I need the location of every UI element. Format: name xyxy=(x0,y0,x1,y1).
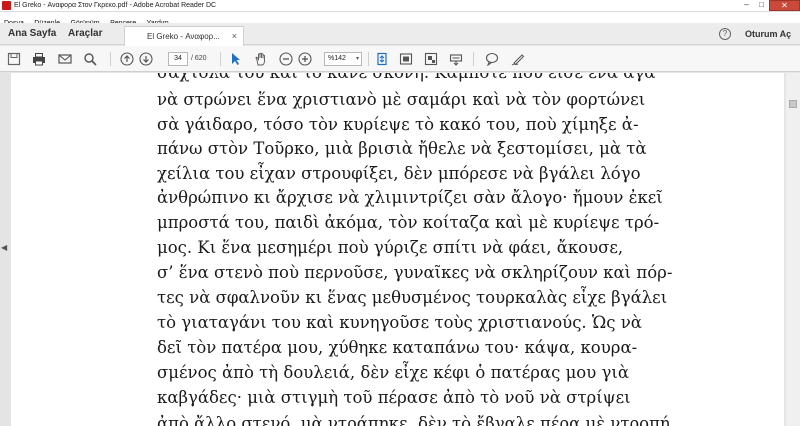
toolbar-separator xyxy=(368,52,369,66)
save-icon[interactable] xyxy=(6,51,22,67)
text-line: σμένος ἀπὸ τὴ δουλειά, δὲν εἶχε κέφι ὁ π… xyxy=(157,363,629,382)
sign-in-link[interactable]: Oturum Aç xyxy=(745,23,791,45)
text-line: σὰ γάιδαρο, τόσο τὸν κυρίεψε τὸ κακό του… xyxy=(157,115,639,134)
minimize-button[interactable]: – xyxy=(739,0,754,11)
text-line: ἀπὸ ἄλλο στενό, μὰ ντράπηκε, δὲν τὸ ἔβγα… xyxy=(157,414,670,426)
hand-icon[interactable] xyxy=(253,51,269,67)
toolbar-separator xyxy=(220,52,221,66)
text-line: χείλια του εἶχαν στρουφίξει, δὲν μπόρεσε… xyxy=(157,164,641,183)
search-icon[interactable] xyxy=(82,51,98,67)
chevron-down-icon: ▾ xyxy=(355,56,359,62)
text-line: νὰ στρώνει ἕνα χριστιανὸ μὲ σαμάρι καὶ ν… xyxy=(157,90,646,109)
menu-bar: Dosya Düzenle Görünüm Pencere Yardım xyxy=(0,12,800,27)
zoom-select[interactable]: %142 ▾ xyxy=(324,52,362,66)
page-number-input[interactable]: 34 xyxy=(168,52,188,66)
tab-document[interactable]: El Greko - Αναφορ... × xyxy=(124,26,244,46)
chevron-left-icon[interactable]: ◀ xyxy=(1,243,7,252)
tab-bar: Ana Sayfa Araçlar El Greko - Αναφορ... ×… xyxy=(0,23,800,46)
select-arrow-icon[interactable] xyxy=(228,51,244,67)
email-icon[interactable] xyxy=(57,51,73,67)
window-title: El Greko - Αναφορα Στον Γκρεκο.pdf - Ado… xyxy=(14,2,217,9)
title-bar: El Greko - Αναφορα Στον Γκρεκο.pdf - Ado… xyxy=(0,0,800,12)
text-line: δεῖ τὸν πατέρα μου, χύθηκε καταπάνω του·… xyxy=(157,338,638,357)
zoom-value: %142 xyxy=(328,55,346,62)
document-viewer[interactable]: ◀ σαχτόλα του καὶ τὸ κανε σκόνη. Καμποτε… xyxy=(0,73,800,426)
toolbar: 34 / 620 %142 ▾ xyxy=(0,46,800,72)
text-line: καβγάδες· μιὰ στιγμὴ τοῦ πέρασε ἀπὸ τὸ ν… xyxy=(157,388,631,407)
rotate-icon[interactable] xyxy=(423,51,439,67)
sign-pen-icon[interactable] xyxy=(510,51,526,67)
close-tab-icon[interactable]: × xyxy=(232,27,237,46)
text-line: σ’ ἕνα στενὸ ποὺ περνοῦσε, γυναῖκες νὰ σ… xyxy=(157,263,673,282)
full-screen-icon[interactable] xyxy=(398,51,414,67)
comment-icon[interactable] xyxy=(484,51,500,67)
help-icon[interactable]: ? xyxy=(719,28,731,40)
toolbar-separator xyxy=(110,52,111,66)
acrobat-app-icon xyxy=(2,1,11,10)
pdf-page: σαχτόλα του καὶ τὸ κανε σκόνη. Καμποτε π… xyxy=(11,73,784,426)
text-line: τες νὰ σφαλνοῦν κι ἕνας μεθυσμένος τουρκ… xyxy=(157,288,668,307)
text-line: σαχτόλα του καὶ τὸ κανε σκόνη. Καμποτε π… xyxy=(157,73,655,82)
toolbar-separator xyxy=(473,52,474,66)
print-icon[interactable] xyxy=(31,51,47,67)
text-line: μπροστά του, παιδὶ ἀκόμα, τὸν κοίταζα κα… xyxy=(157,213,660,232)
zoom-out-icon[interactable] xyxy=(278,51,294,67)
close-window-button[interactable]: ✕ xyxy=(769,0,800,11)
previous-page-icon[interactable] xyxy=(119,51,135,67)
fit-page-icon[interactable] xyxy=(374,51,390,67)
zoom-in-icon[interactable] xyxy=(297,51,313,67)
text-line: πάνω στὸν Τοῦρκο, μιὰ βρισιὰ ἤθελε νὰ ξε… xyxy=(157,139,647,158)
text-line: μος. Κι ἕνα μεσημέρι ποὺ γύριζε σπίτι νὰ… xyxy=(157,238,624,257)
maximize-button[interactable]: □ xyxy=(754,0,769,11)
stamp-icon[interactable] xyxy=(448,51,464,67)
next-page-icon[interactable] xyxy=(138,51,154,67)
scrollbar-thumb[interactable] xyxy=(789,100,797,108)
vertical-scrollbar[interactable] xyxy=(786,73,800,426)
text-line: τὸ γιαταγάνι του καὶ κυνηγοῦσε τοὺς χρισ… xyxy=(157,313,642,332)
page-total: / 620 xyxy=(191,55,207,62)
tab-tools[interactable]: Araçlar xyxy=(68,23,102,45)
text-line: ἀνθρώπινο κι ἄρχισε νὰ χλιμιντρίζει σὰν … xyxy=(157,188,663,207)
tab-home[interactable]: Ana Sayfa xyxy=(8,23,56,45)
tab-document-label: El Greko - Αναφορ... xyxy=(147,32,220,41)
